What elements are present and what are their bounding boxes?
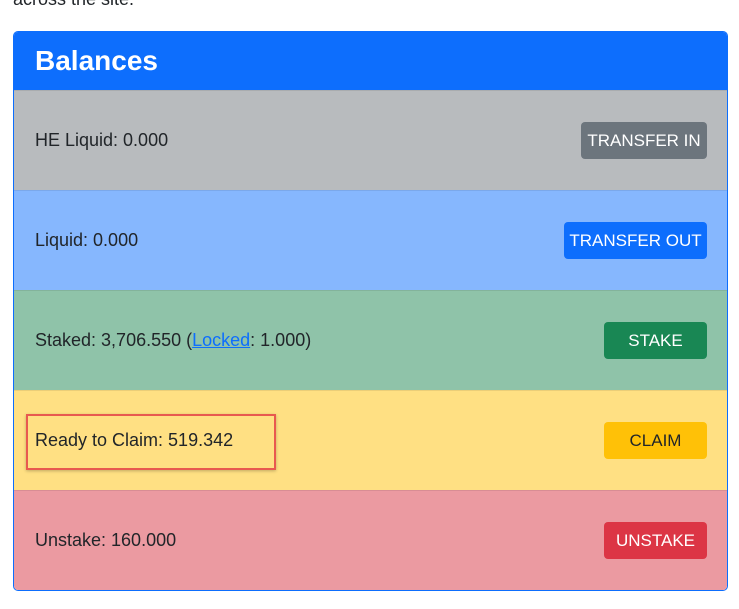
staked-row: Staked: 3,706.550 (Locked: 1.000) STAKE (14, 290, 727, 390)
staked-label: Staked: 3,706.550 (Locked: 1.000) (35, 330, 311, 351)
claim-button[interactable]: CLAIM (604, 422, 707, 459)
balances-title: Balances (14, 32, 727, 90)
staked-label-suffix: : 1.000) (250, 330, 312, 350)
unstake-label: Unstake: 160.000 (35, 530, 177, 550)
stake-button[interactable]: STAKE (604, 322, 707, 359)
he-liquid-row: HE Liquid: 0.000 TRANSFER IN (14, 90, 727, 190)
transfer-in-button[interactable]: TRANSFER IN (581, 122, 707, 159)
liquid-label: Liquid: 0.000 (35, 230, 139, 250)
locked-link[interactable]: Locked (192, 330, 250, 350)
intro-text: across the site. (13, 0, 134, 10)
staked-label-prefix: Staked: 3,706.550 ( (35, 330, 193, 350)
ready-to-claim-row: Ready to Claim: 519.342 CLAIM (14, 390, 727, 490)
ready-to-claim-label: Ready to Claim: 519.342 (35, 430, 234, 450)
transfer-out-button[interactable]: TRANSFER OUT (564, 222, 707, 259)
he-liquid-label: HE Liquid: 0.000 (35, 130, 169, 150)
unstake-row: Unstake: 160.000 UNSTAKE (14, 490, 727, 590)
balances-card: Balances HE Liquid: 0.000 TRANSFER IN Li… (13, 31, 728, 591)
liquid-row: Liquid: 0.000 TRANSFER OUT (14, 190, 727, 290)
unstake-button[interactable]: UNSTAKE (604, 522, 707, 559)
